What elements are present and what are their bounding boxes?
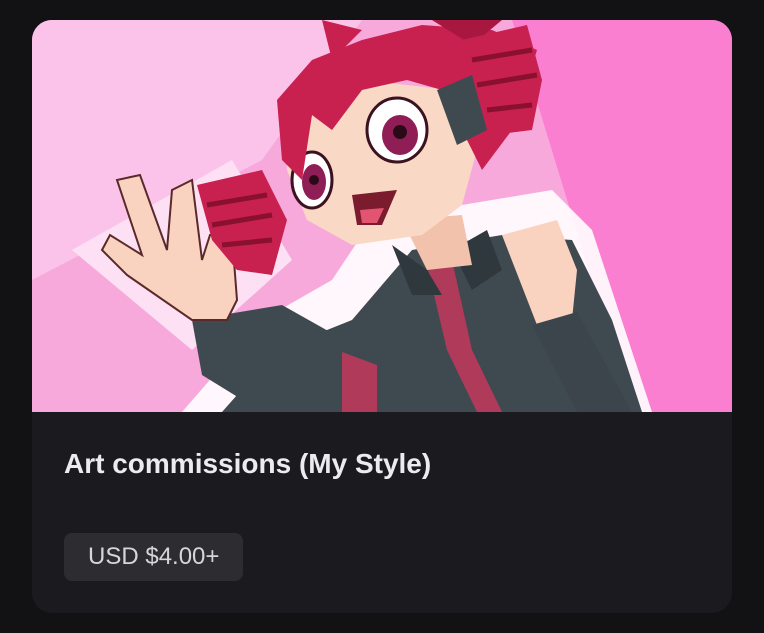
product-thumbnail[interactable] xyxy=(32,20,732,412)
product-title[interactable]: Art commissions (My Style) xyxy=(64,444,431,484)
price-badge: USD $4.00+ xyxy=(64,533,244,581)
product-card[interactable]: Art commissions (My Style) USD $4.00+ xyxy=(32,20,732,613)
